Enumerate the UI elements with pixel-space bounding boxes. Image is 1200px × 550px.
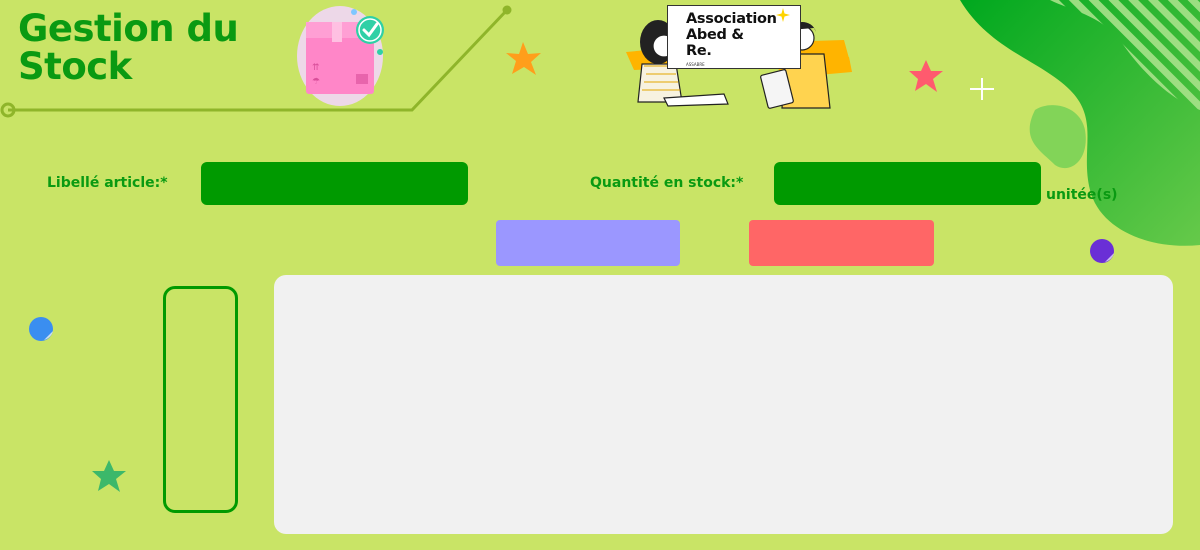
quantite-input[interactable] bbox=[774, 162, 1041, 205]
dot-icon bbox=[29, 317, 53, 341]
page-title: Gestion du Stock bbox=[18, 7, 239, 88]
sparkle-icon bbox=[776, 8, 790, 22]
decorative-blob bbox=[960, 0, 1200, 246]
check-icon bbox=[356, 16, 384, 44]
star-icon bbox=[909, 60, 943, 92]
logo-tagline: ASSABRE bbox=[686, 62, 705, 67]
logo-text: Association Abed & Re. bbox=[686, 11, 777, 59]
delete-button[interactable] bbox=[749, 220, 934, 266]
svg-text:⇈: ⇈ bbox=[312, 63, 320, 73]
stock-list-panel[interactable] bbox=[274, 275, 1173, 534]
quantite-label: Quantité en stock:* bbox=[590, 175, 744, 191]
star-icon bbox=[92, 460, 126, 492]
unit-label: unitée(s) bbox=[1046, 187, 1118, 203]
star-icon bbox=[506, 42, 541, 75]
add-button[interactable] bbox=[496, 220, 680, 266]
svg-text:☂: ☂ bbox=[312, 77, 320, 87]
libelle-label: Libellé article:* bbox=[47, 175, 168, 191]
box-icon: ⇈ ☂ bbox=[297, 6, 384, 106]
libelle-input[interactable] bbox=[201, 162, 468, 205]
side-panel[interactable] bbox=[163, 286, 238, 513]
plus-icon bbox=[970, 78, 994, 100]
